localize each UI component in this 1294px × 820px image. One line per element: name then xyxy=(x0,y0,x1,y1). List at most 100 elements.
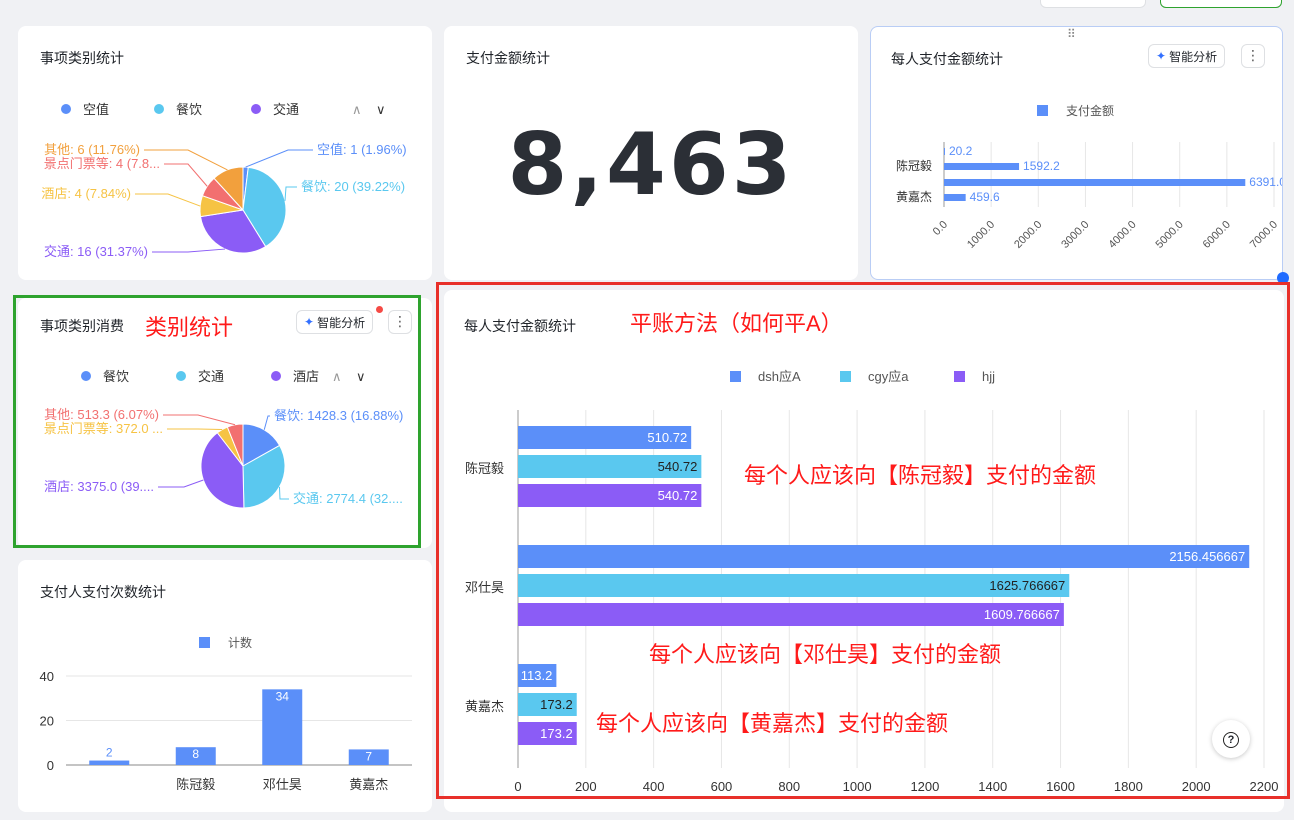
pie-slice-label: 其他: 513.3 (6.07%) xyxy=(44,407,159,422)
card-per-person-top[interactable]: ⠿ 每人支付金额统计 ✦ 智能分析 ⋮ 支付金额 0.0 1000.0 2000.0 3… xyxy=(870,26,1283,280)
pie-leader-line xyxy=(167,428,223,431)
bar-value-label: 173.2 xyxy=(540,726,573,741)
x-tick-label: 2000.0 xyxy=(1012,219,1044,251)
legend-marker xyxy=(199,637,210,648)
bar-value-label: 1592.2 xyxy=(1023,159,1060,173)
bar xyxy=(518,574,1070,597)
legend-marker xyxy=(176,371,186,381)
per-person-top-bar-chart: 支付金额 0.0 1000.0 2000.0 3000.0 4000.0 5000.0 600… xyxy=(896,103,1282,251)
x-tick-label: 7000.0 xyxy=(1248,219,1280,251)
pie-leader-line xyxy=(163,414,236,426)
pie-leader-line xyxy=(278,486,289,500)
x-tick-label: 2200 xyxy=(1250,779,1279,794)
card-title: 支付金额统计 xyxy=(466,50,550,66)
category-spend-pie-chart: 餐饮 交通 酒店 ∧ ∨ 餐饮: 1428.3 (16.88%) 交通: 2774.4 (3… xyxy=(44,369,403,509)
bar xyxy=(944,148,945,155)
pie-leader-line xyxy=(284,186,297,201)
pie-leader-line xyxy=(245,149,313,168)
y-category-label: 陈冠毅 xyxy=(896,158,932,173)
legend-page-up: ∧ xyxy=(332,369,342,384)
legend-label: dsh应A xyxy=(758,369,801,384)
legend-label: cgy应a xyxy=(868,369,909,384)
bar-value-label: 7 xyxy=(365,749,372,763)
x-category-label: 陈冠毅 xyxy=(176,777,215,792)
bar-value-label: 2 xyxy=(106,746,113,760)
payer-count-bar-chart: 计数 0 20 40 2 8 陈冠毅 34 邓仕昊 7 黄嘉杰 xyxy=(40,635,412,792)
x-category-label: 黄嘉杰 xyxy=(349,777,388,792)
bar-value-label: 1625.766667 xyxy=(989,578,1065,593)
card-payment-amount: 支付金额统计 8,463 xyxy=(444,26,858,280)
legend-marker xyxy=(154,104,164,114)
pie-slice-label: 交通: 2774.4 (32.... xyxy=(293,491,403,506)
x-tick-label: 1000 xyxy=(843,779,872,794)
bar-value-label: 34 xyxy=(276,689,290,703)
bar-value-label: 540.72 xyxy=(658,459,698,474)
legend-marker xyxy=(61,104,71,114)
legend-marker xyxy=(271,371,281,381)
legend-marker xyxy=(1037,105,1048,116)
x-tick-label: 0.0 xyxy=(931,219,950,238)
y-tick-label: 40 xyxy=(40,669,54,684)
pie-slice-label: 餐饮: 1428.3 (16.88%) xyxy=(274,408,403,423)
x-tick-label: 2000 xyxy=(1182,779,1211,794)
bar xyxy=(518,545,1250,568)
card-per-person-main: 每人支付金额统计 平账方法（如何平A） dsh应A cgy应a hjj 0 200 400… xyxy=(444,290,1284,812)
pie-slice-label: 景点门票等: 4 (7.8... xyxy=(44,156,160,171)
legend-label: 交通 xyxy=(198,369,224,384)
pie-slice-label: 空值: 1 (1.96%) xyxy=(317,142,407,157)
pie-leader-line xyxy=(135,193,201,207)
bar-value-label: 8 xyxy=(192,747,199,761)
bar xyxy=(944,163,1020,170)
pie-slice-label: 景点门票等: 372.0 ... xyxy=(44,421,163,436)
legend-page-down: ∨ xyxy=(356,369,366,384)
event-category-pie-chart: 空值 餐饮 交通 ∧ ∨ 空值: 1 (1.96%) 餐饮: 20 (39.22%) 交通: … xyxy=(41,102,407,259)
x-tick-label: 1200 xyxy=(910,779,939,794)
bar xyxy=(89,760,130,765)
pie-slice-label: 交通: 16 (31.37%) xyxy=(44,244,148,259)
x-tick-label: 4000.0 xyxy=(1106,219,1138,251)
pie-slice-label: 其他: 6 (11.76%) xyxy=(44,142,140,157)
x-tick-label: 1400 xyxy=(978,779,1007,794)
x-tick-label: 600 xyxy=(711,779,733,794)
x-tick-label: 1600 xyxy=(1046,779,1075,794)
x-tick-label: 6000.0 xyxy=(1201,219,1233,251)
toolbar-primary-button[interactable] xyxy=(1160,0,1282,8)
card-event-category: 事项类别统计 空值 餐饮 交通 ∧ ∨ 空值: 1 (1.96%) 餐饮: 20 (39.2… xyxy=(18,26,432,280)
toolbar-button[interactable] xyxy=(1040,0,1146,8)
pie-slice-label: 酒店: 4 (7.84%) xyxy=(41,186,131,201)
legend-label: 餐饮 xyxy=(176,102,202,117)
bar xyxy=(518,603,1064,626)
x-tick-label: 1000.0 xyxy=(965,219,997,251)
legend-label: 计数 xyxy=(228,635,252,650)
annotation-note-2: 每个人应该向【邓仕昊】支付的金额 xyxy=(649,642,1002,667)
legend-label: 餐饮 xyxy=(103,369,129,384)
pie-leader-line xyxy=(152,248,226,253)
y-tick-label: 20 xyxy=(40,714,54,729)
legend-label: 空值 xyxy=(83,102,109,117)
legend-page-down: ∨ xyxy=(376,102,386,117)
bar-value-label: 173.2 xyxy=(540,697,573,712)
x-category-label: 邓仕昊 xyxy=(263,777,302,792)
annotation-note-3: 每个人应该向【黄嘉杰】支付的金额 xyxy=(596,711,949,736)
bar-value-label: 1609.766667 xyxy=(984,607,1060,622)
annotation-note-1: 每个人应该向【陈冠毅】支付的金额 xyxy=(744,463,1097,488)
y-tick-label: 0 xyxy=(47,758,54,773)
help-button[interactable]: ? xyxy=(1212,720,1250,758)
legend-label: 交通 xyxy=(273,102,299,117)
legend-marker xyxy=(251,104,261,114)
x-tick-label: 400 xyxy=(643,779,665,794)
y-category-label: 邓仕昊 xyxy=(465,580,504,595)
x-tick-label: 200 xyxy=(575,779,597,794)
y-category-label: 黄嘉杰 xyxy=(896,190,932,204)
legend-marker xyxy=(954,371,965,382)
card-category-spend: 事项类别消费 类别统计 ✦ 智能分析 ⋮ 餐饮 交通 酒店 ∧ ∨ 餐饮: 1428.3 … xyxy=(18,298,432,548)
x-tick-label: 1800 xyxy=(1114,779,1143,794)
legend-label: hjj xyxy=(982,369,995,384)
pie-leader-line xyxy=(164,163,208,187)
bar-value-label: 2156.456667 xyxy=(1169,549,1245,564)
resize-handle[interactable] xyxy=(1277,272,1289,284)
legend-marker xyxy=(730,371,741,382)
pie-slice-label: 酒店: 3375.0 (39.... xyxy=(44,479,154,494)
x-tick-label: 3000.0 xyxy=(1059,219,1091,251)
y-category-label: 陈冠毅 xyxy=(465,461,504,476)
